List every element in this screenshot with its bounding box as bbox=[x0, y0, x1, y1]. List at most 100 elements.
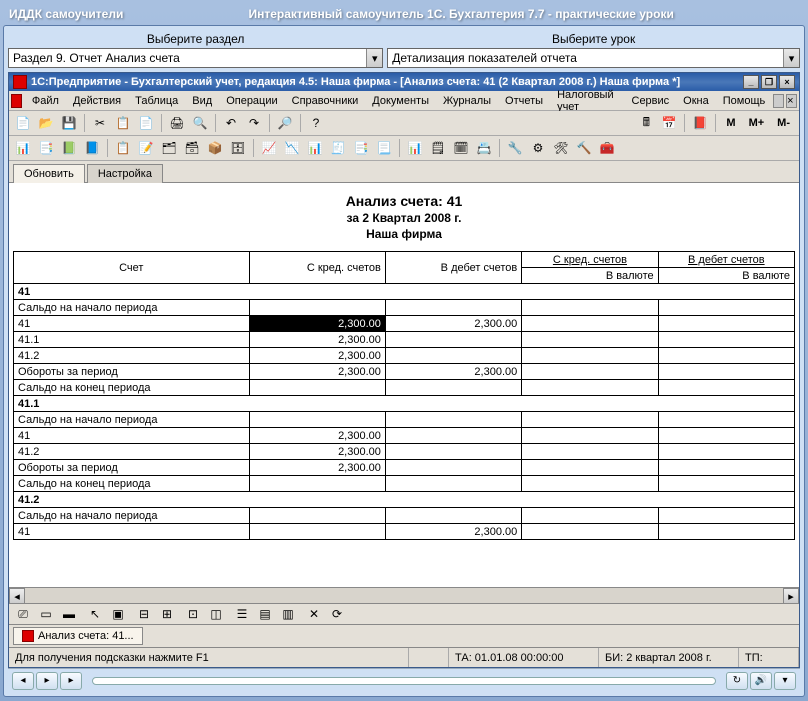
doc-tab-active[interactable]: Анализ счета: 41... bbox=[13, 627, 143, 645]
tb2-icon[interactable]: 🗓 bbox=[451, 138, 471, 158]
tb2-icon[interactable]: 🔧 bbox=[505, 138, 525, 158]
tb2-icon[interactable]: 🗂 bbox=[159, 138, 179, 158]
bt-icon[interactable]: ⟳ bbox=[327, 604, 347, 624]
tb2-icon[interactable]: 🗃 bbox=[182, 138, 202, 158]
chevron-down-icon[interactable]: ▾ bbox=[783, 49, 799, 67]
tb2-icon[interactable]: 🗒 bbox=[428, 138, 448, 158]
calc-icon[interactable]: 🖩 bbox=[636, 113, 656, 133]
bt-icon[interactable]: ✕ bbox=[304, 604, 324, 624]
player-repeat-icon[interactable]: ↻ bbox=[726, 672, 748, 690]
preview-icon[interactable]: 🔍 bbox=[190, 113, 210, 133]
menu-reports[interactable]: Отчеты bbox=[499, 93, 549, 109]
m-plus-button[interactable]: M+ bbox=[744, 113, 770, 133]
app-menu-icon[interactable] bbox=[11, 94, 22, 108]
bt-icon[interactable]: ▣ bbox=[108, 604, 128, 624]
help-icon[interactable]: ? bbox=[306, 113, 326, 133]
th-debit: В дебет счетов bbox=[385, 252, 521, 284]
paste-icon[interactable]: 📄 bbox=[136, 113, 156, 133]
scroll-left-icon[interactable]: ◂ bbox=[9, 588, 25, 604]
player-menu-icon[interactable]: ▾ bbox=[774, 672, 796, 690]
tb2-icon[interactable]: 🛠 bbox=[551, 138, 571, 158]
bt-icon[interactable]: ⊞ bbox=[157, 604, 177, 624]
minimize-button[interactable]: _ bbox=[743, 75, 759, 89]
menu-directories[interactable]: Справочники bbox=[286, 93, 365, 109]
calendar-icon[interactable]: 📅 bbox=[659, 113, 679, 133]
tb2-icon[interactable]: 📈 bbox=[259, 138, 279, 158]
scrollbar-h[interactable]: ◂ ▸ bbox=[9, 587, 799, 603]
status-hint: Для получения подсказки нажмите F1 bbox=[9, 648, 409, 667]
tb2-icon[interactable]: 📦 bbox=[205, 138, 225, 158]
new-icon[interactable]: 📄 bbox=[13, 113, 33, 133]
redo-icon[interactable]: ↷ bbox=[244, 113, 264, 133]
report-area: Анализ счета: 41 за 2 Квартал 2008 г. На… bbox=[9, 183, 799, 587]
menu-journals[interactable]: Журналы bbox=[437, 93, 497, 109]
menu-operations[interactable]: Операции bbox=[220, 93, 283, 109]
tb2-icon[interactable]: ⚙ bbox=[528, 138, 548, 158]
tb2-icon[interactable]: 📘 bbox=[82, 138, 102, 158]
section-dropdown[interactable]: Раздел 9. Отчет Анализ счета ▾ bbox=[8, 48, 383, 68]
menu-actions[interactable]: Действия bbox=[67, 93, 127, 109]
table-row: 41 bbox=[14, 284, 795, 300]
player-play-icon[interactable]: ▸ bbox=[36, 672, 58, 690]
bt-icon[interactable]: ▬ bbox=[59, 604, 79, 624]
bt-icon[interactable]: ⎚ bbox=[13, 604, 33, 624]
tb2-icon[interactable]: 📗 bbox=[59, 138, 79, 158]
find-icon[interactable]: 🔎 bbox=[275, 113, 295, 133]
open-icon[interactable]: 📂 bbox=[36, 113, 56, 133]
m-minus-button[interactable]: M- bbox=[772, 113, 795, 133]
undo-icon[interactable]: ↶ bbox=[221, 113, 241, 133]
tb2-icon[interactable]: 📑 bbox=[36, 138, 56, 158]
tab-refresh[interactable]: Обновить bbox=[13, 164, 85, 183]
tutorial-title: Интерактивный самоучитель 1С. Бухгалтери… bbox=[123, 7, 799, 21]
chevron-down-icon[interactable]: ▾ bbox=[366, 49, 382, 67]
menu-file[interactable]: Файл bbox=[26, 93, 65, 109]
m-button[interactable]: M bbox=[721, 113, 740, 133]
print-icon[interactable]: 🖨 bbox=[167, 113, 187, 133]
bt-icon[interactable]: ▭ bbox=[36, 604, 56, 624]
tb2-icon[interactable]: 📉 bbox=[282, 138, 302, 158]
tb2-icon[interactable]: 🗄 bbox=[228, 138, 248, 158]
tb2-icon[interactable]: 📑 bbox=[351, 138, 371, 158]
bt-icon[interactable]: ☰ bbox=[232, 604, 252, 624]
bt-icon[interactable]: ⊡ bbox=[183, 604, 203, 624]
tb2-icon[interactable]: 📇 bbox=[474, 138, 494, 158]
scroll-right-icon[interactable]: ▸ bbox=[783, 588, 799, 604]
bt-icon[interactable]: ▤ bbox=[255, 604, 275, 624]
bt-icon[interactable]: ◫ bbox=[206, 604, 226, 624]
mdi-restore-icon[interactable] bbox=[773, 94, 784, 108]
app-badge: ИДДК самоучители bbox=[9, 7, 123, 21]
player-next-icon[interactable]: ▸ bbox=[60, 672, 82, 690]
menu-view[interactable]: Вид bbox=[186, 93, 218, 109]
mdi-close-icon[interactable]: × bbox=[786, 94, 797, 108]
tb2-icon[interactable]: 📃 bbox=[374, 138, 394, 158]
player-seek[interactable] bbox=[92, 677, 716, 685]
tb2-icon[interactable]: 🔨 bbox=[574, 138, 594, 158]
report-period: за 2 Квартал 2008 г. bbox=[13, 211, 795, 225]
player-volume-icon[interactable]: 🔊 bbox=[750, 672, 772, 690]
menu-table[interactable]: Таблица bbox=[129, 93, 184, 109]
menu-service[interactable]: Сервис bbox=[626, 93, 676, 109]
tb2-icon[interactable]: 📊 bbox=[305, 138, 325, 158]
save-icon[interactable]: 💾 bbox=[59, 113, 79, 133]
tab-settings[interactable]: Настройка bbox=[87, 164, 163, 183]
status-bi: БИ: 2 квартал 2008 г. bbox=[599, 648, 739, 667]
cut-icon[interactable]: ✂ bbox=[90, 113, 110, 133]
tb2-icon[interactable]: 🧰 bbox=[597, 138, 617, 158]
pointer-icon[interactable]: ↖ bbox=[85, 604, 105, 624]
bt-icon[interactable]: ▥ bbox=[278, 604, 298, 624]
tb2-icon[interactable]: 🧾 bbox=[328, 138, 348, 158]
menu-windows[interactable]: Окна bbox=[677, 93, 715, 109]
tb2-icon[interactable]: 📋 bbox=[113, 138, 133, 158]
menu-help[interactable]: Помощь bbox=[717, 93, 772, 109]
tb2-icon[interactable]: 📝 bbox=[136, 138, 156, 158]
tb2-icon[interactable]: 📊 bbox=[13, 138, 33, 158]
close-button[interactable]: × bbox=[779, 75, 795, 89]
player-prev-icon[interactable]: ◂ bbox=[12, 672, 34, 690]
tb2-icon[interactable]: 📊 bbox=[405, 138, 425, 158]
book-icon[interactable]: 📕 bbox=[690, 113, 710, 133]
bt-icon[interactable]: ⊟ bbox=[134, 604, 154, 624]
menu-documents[interactable]: Документы bbox=[366, 93, 435, 109]
lesson-dropdown[interactable]: Детализация показателей отчета ▾ bbox=[387, 48, 800, 68]
restore-button[interactable]: ❐ bbox=[761, 75, 777, 89]
copy-icon[interactable]: 📋 bbox=[113, 113, 133, 133]
